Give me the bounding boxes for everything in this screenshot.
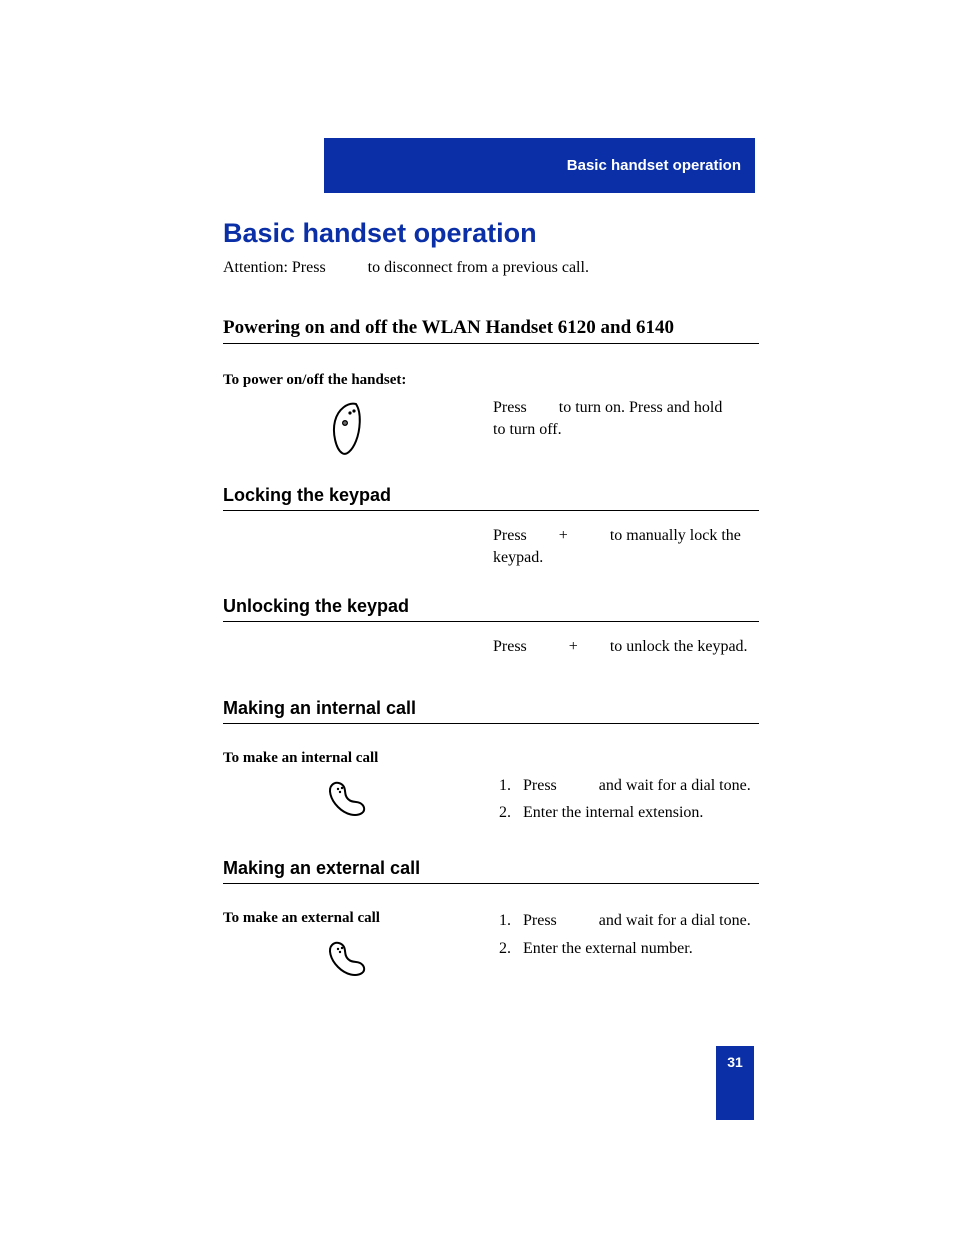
locking-text-2: to manually lock the keypad. <box>493 527 741 566</box>
internal-icon-cell <box>223 775 473 830</box>
section-heading-locking: Locking the keypad <box>223 485 759 511</box>
header-band: Basic handset operation <box>324 138 755 193</box>
internal-steps: Press and wait for a dial tone. Enter th… <box>493 775 759 830</box>
locking-text: Press + to manually lock the keypad. <box>493 525 759 568</box>
external-step1-a: Press <box>523 912 557 929</box>
section-heading-internal: Making an internal call <box>223 698 759 724</box>
page-number: 31 <box>727 1054 743 1070</box>
page-number-box: 31 <box>716 1046 754 1120</box>
power-text: Press to turn on. Press and hold to turn… <box>493 397 759 457</box>
external-step-2: Enter the external number. <box>515 938 759 960</box>
section-heading-external: Making an external call <box>223 858 759 884</box>
handset-power-icon <box>328 401 368 457</box>
power-text-1: Press <box>493 399 527 416</box>
external-steps: Press and wait for a dial tone. Enter th… <box>493 910 759 979</box>
attention-suffix: to disconnect from a previous call. <box>368 259 589 276</box>
power-text-3: to turn off. <box>493 421 562 438</box>
internal-row: Press and wait for a dial tone. Enter th… <box>223 775 759 830</box>
external-icon-cell <box>223 935 473 979</box>
unlocking-plus: + <box>569 638 578 655</box>
running-header-text: Basic handset operation <box>567 157 741 174</box>
sub-label-power: To power on/off the handset: <box>223 372 759 389</box>
unlocking-row: Press + to unlock the keypad. <box>223 636 759 658</box>
locking-row: Press + to manually lock the keypad. <box>223 525 759 568</box>
unlocking-text-2: to unlock the keypad. <box>610 638 748 655</box>
power-text-2: to turn on. Press and hold <box>559 399 723 416</box>
sub-label-internal: To make an internal call <box>223 750 759 767</box>
locking-plus: + <box>559 527 568 544</box>
unlocking-text-1: Press <box>493 638 527 655</box>
handset-call-icon <box>326 939 370 979</box>
attention-prefix: Attention: Press <box>223 259 326 276</box>
section-heading-unlocking: Unlocking the keypad <box>223 596 759 622</box>
page-title: Basic handset operation <box>223 218 759 249</box>
sub-label-external: To make an external call <box>223 910 473 927</box>
internal-step-2: Enter the internal extension. <box>515 802 759 824</box>
attention-line: Attention: Press to disconnect from a pr… <box>223 259 759 277</box>
internal-step1-a: Press <box>523 777 557 794</box>
power-icon-cell <box>223 397 473 457</box>
external-step-1: Press and wait for a dial tone. <box>515 910 759 932</box>
page: Basic handset operation Basic handset op… <box>0 0 954 1235</box>
external-row: To make an external call Press and wa <box>223 910 759 979</box>
internal-step1-b: and wait for a dial tone. <box>599 777 751 794</box>
locking-left-empty <box>223 525 473 568</box>
power-row: Press to turn on. Press and hold to turn… <box>223 397 759 457</box>
unlocking-text: Press + to unlock the keypad. <box>493 636 759 658</box>
internal-step-1: Press and wait for a dial tone. <box>515 775 759 797</box>
external-left: To make an external call <box>223 910 473 979</box>
content-area: Basic handset operation Attention: Press… <box>223 218 759 997</box>
locking-text-1: Press <box>493 527 527 544</box>
section-heading-powering: Powering on and off the WLAN Handset 612… <box>223 317 759 344</box>
unlocking-left-empty <box>223 636 473 658</box>
external-step1-b: and wait for a dial tone. <box>599 912 751 929</box>
handset-call-icon <box>326 779 370 819</box>
